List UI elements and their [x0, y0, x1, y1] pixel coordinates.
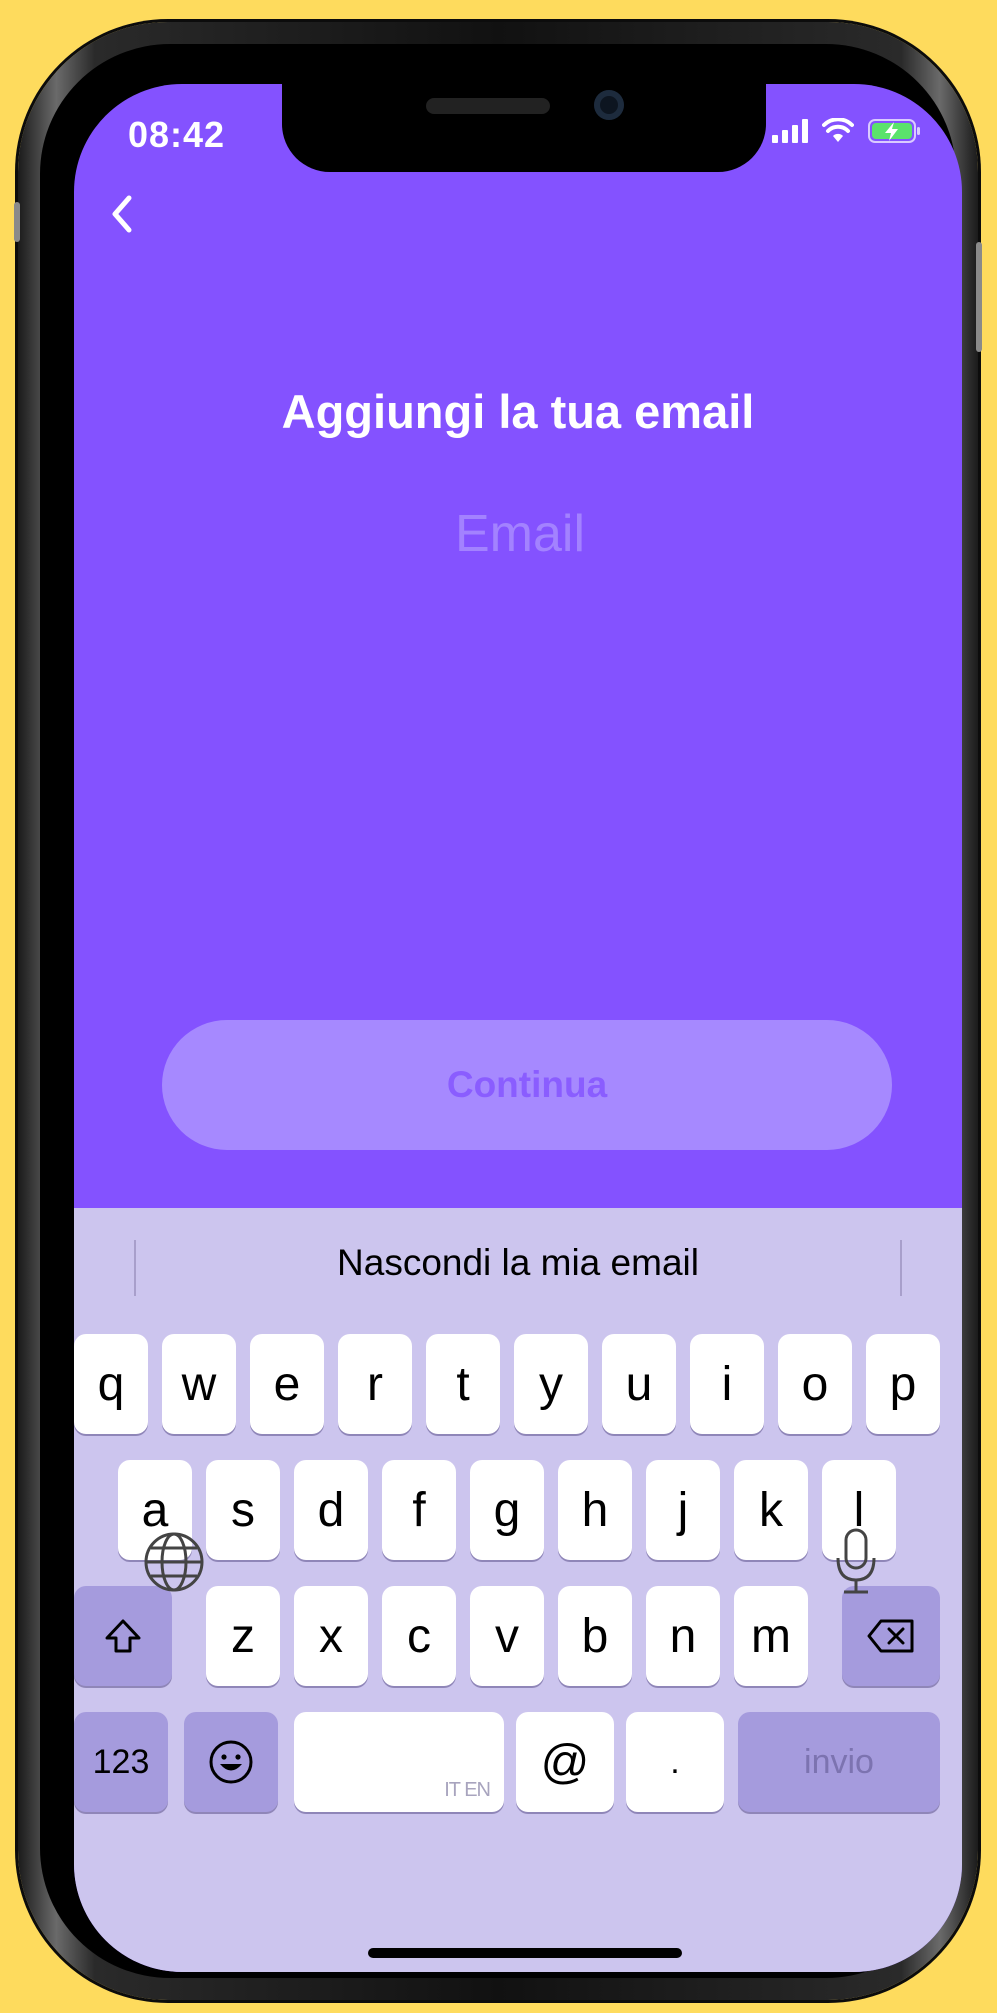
speaker: [426, 98, 550, 114]
return-key[interactable]: invio: [738, 1712, 940, 1812]
key-k[interactable]: k: [734, 1460, 808, 1560]
status-time: 08:42: [128, 114, 226, 155]
key-e[interactable]: e: [250, 1334, 324, 1434]
screen: 08:42 Aggiungi la tua email Continua Nas…: [74, 84, 962, 1972]
back-button[interactable]: [92, 184, 152, 244]
key-s[interactable]: s: [206, 1460, 280, 1560]
front-camera: [594, 90, 624, 120]
key-u[interactable]: u: [602, 1334, 676, 1434]
at-key[interactable]: @: [516, 1712, 614, 1812]
key-f[interactable]: f: [382, 1460, 456, 1560]
notch: [282, 84, 766, 172]
signal-icon: [772, 119, 808, 143]
page-title: Aggiungi la tua email: [281, 385, 755, 438]
space-language-hint: IT EN: [444, 1779, 491, 1801]
key-m[interactable]: m: [734, 1586, 808, 1686]
key-j[interactable]: j: [646, 1460, 720, 1560]
key-b[interactable]: b: [558, 1586, 632, 1686]
home-indicator: [368, 1948, 682, 1958]
space-key[interactable]: IT EN: [294, 1712, 504, 1812]
key-r[interactable]: r: [338, 1334, 412, 1434]
key-t[interactable]: t: [426, 1334, 500, 1434]
suggestion-hide-my-email[interactable]: Nascondi la mia email: [74, 1208, 962, 1318]
key-n[interactable]: n: [646, 1586, 720, 1686]
status-icons: [772, 118, 922, 144]
email-input[interactable]: [218, 488, 822, 580]
key-w[interactable]: w: [162, 1334, 236, 1434]
key-o[interactable]: o: [778, 1334, 852, 1434]
shift-icon: [105, 1619, 141, 1653]
dictation-button[interactable]: [820, 1526, 892, 1598]
numbers-key[interactable]: 123: [74, 1712, 168, 1812]
emoji-icon: [209, 1740, 253, 1784]
back-icon: [112, 195, 132, 233]
shift-key[interactable]: [74, 1586, 172, 1686]
key-x[interactable]: x: [294, 1586, 368, 1686]
microphone-icon: [836, 1528, 876, 1594]
key-g[interactable]: g: [470, 1460, 544, 1560]
key-z[interactable]: z: [206, 1586, 280, 1686]
globe-button[interactable]: [138, 1526, 210, 1598]
key-y[interactable]: y: [514, 1334, 588, 1434]
mute-switch: [14, 202, 20, 242]
key-q[interactable]: q: [74, 1334, 148, 1434]
key-v[interactable]: v: [470, 1586, 544, 1686]
suggestion-divider-right: [900, 1240, 902, 1296]
key-h[interactable]: h: [558, 1460, 632, 1560]
backspace-key[interactable]: [842, 1586, 940, 1686]
emoji-key[interactable]: [184, 1712, 278, 1812]
globe-icon: [144, 1532, 204, 1592]
wifi-icon: [822, 118, 854, 142]
power-button: [976, 242, 982, 352]
key-p[interactable]: p: [866, 1334, 940, 1434]
key-d[interactable]: d: [294, 1460, 368, 1560]
key-i[interactable]: i: [690, 1334, 764, 1434]
backspace-icon: [867, 1619, 914, 1653]
battery-charging-icon: [868, 119, 920, 143]
key-c[interactable]: c: [382, 1586, 456, 1686]
dot-key[interactable]: .: [626, 1712, 724, 1812]
continue-button[interactable]: Continua: [162, 1020, 892, 1150]
